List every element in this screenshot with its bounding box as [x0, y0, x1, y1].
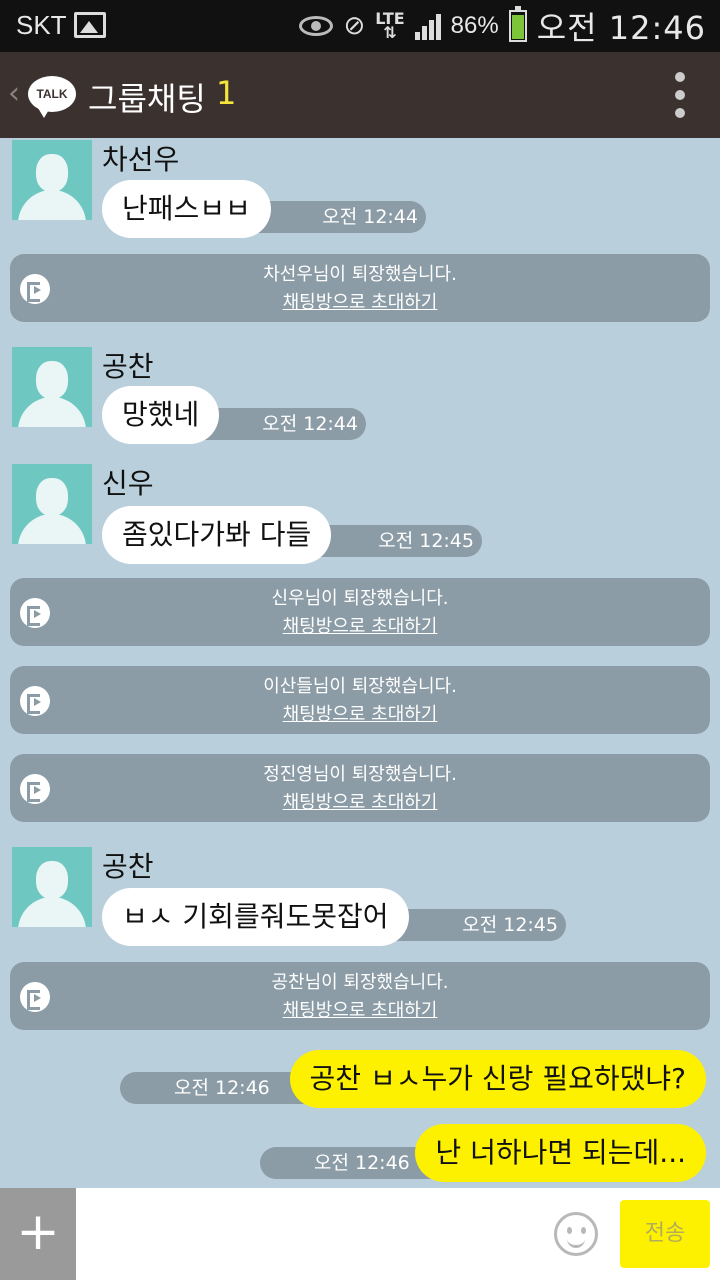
sent-message-bubble[interactable]: 난 너하나면 되는데...	[415, 1124, 706, 1182]
back-chevron-icon[interactable]: ‹	[8, 76, 20, 111]
menu-dot-icon	[675, 72, 685, 82]
received-message-bubble[interactable]: 난패스ㅂㅂ	[102, 180, 271, 238]
battery-percent: 86%	[450, 12, 499, 39]
clock: 오전 12:46	[536, 9, 706, 47]
invite-link[interactable]: 채팅방으로 초대하기	[283, 792, 438, 813]
menu-dot-icon	[675, 90, 685, 100]
picture-notification-icon	[74, 12, 106, 38]
exit-notice-text: 이산들님이 퇴장했습니다.	[263, 676, 457, 697]
sender-name: 신우	[102, 467, 154, 500]
emoticon-icon[interactable]	[554, 1212, 598, 1256]
avatar[interactable]	[12, 464, 92, 544]
send-button[interactable]: 전송	[620, 1200, 710, 1268]
carrier-label: SKT	[16, 10, 67, 40]
sent-message-bubble[interactable]: 공찬 ㅂㅅ누가 신랑 필요하댔냐?	[289, 1050, 706, 1108]
sender-name: 공찬	[102, 350, 154, 383]
exit-notice-text: 차선우님이 퇴장했습니다.	[263, 264, 457, 285]
invite-link[interactable]: 채팅방으로 초대하기	[283, 704, 438, 725]
system-exit-notice: 차선우님이 퇴장했습니다. 채팅방으로 초대하기	[10, 254, 710, 322]
sender-name: 차선우	[102, 143, 180, 176]
signal-icon	[414, 12, 441, 40]
system-exit-notice: 이산들님이 퇴장했습니다. 채팅방으로 초대하기	[10, 666, 710, 734]
exit-notice-text: 신우님이 퇴장했습니다.	[271, 588, 449, 609]
avatar[interactable]	[12, 140, 92, 220]
system-exit-notice: 공찬님이 퇴장했습니다. 채팅방으로 초대하기	[10, 962, 710, 1030]
menu-dot-icon	[675, 108, 685, 118]
received-message-bubble[interactable]: 좀있다가봐 다들	[102, 506, 332, 564]
mute-icon: ⊘	[343, 11, 366, 41]
smart-stay-eye-icon	[299, 16, 334, 36]
avatar[interactable]	[12, 347, 92, 427]
lte-icon: LTE ⇅	[375, 9, 405, 42]
invite-link[interactable]: 채팅방으로 초대하기	[283, 292, 438, 313]
system-exit-notice: 신우님이 퇴장했습니다. 채팅방으로 초대하기	[10, 578, 710, 646]
status-icons: ⊘ LTE ⇅ 86% 오전 12:46	[299, 6, 706, 47]
system-exit-notice: 정진영님이 퇴장했습니다. 채팅방으로 초대하기	[10, 754, 710, 822]
status-bar: SKT ⊘ LTE ⇅ 86% 오전 12:46	[0, 0, 720, 52]
kakaotalk-logo[interactable]: TALK	[28, 76, 76, 118]
message-input-bar: + 전송	[0, 1188, 720, 1280]
avatar[interactable]	[12, 847, 92, 927]
exit-notice-text: 공찬님이 퇴장했습니다.	[271, 972, 449, 993]
received-message-bubble[interactable]: 망했네	[102, 386, 220, 444]
sender-name: 공찬	[102, 850, 154, 883]
title-bar: ‹ TALK 그룹채팅 1	[0, 52, 720, 138]
overflow-menu-button[interactable]	[670, 72, 690, 118]
message-input[interactable]	[82, 1198, 542, 1270]
invite-link[interactable]: 채팅방으로 초대하기	[283, 616, 438, 637]
attach-plus-button[interactable]: +	[0, 1188, 76, 1280]
chat-room-title: 그룹채팅	[88, 80, 206, 118]
received-message-bubble[interactable]: ㅂㅅ 기회를줘도못잡어	[102, 888, 409, 946]
invite-link[interactable]: 채팅방으로 초대하기	[283, 1000, 438, 1021]
member-count: 1	[216, 74, 237, 112]
exit-notice-text: 정진영님이 퇴장했습니다.	[263, 764, 457, 785]
battery-icon	[508, 6, 527, 42]
